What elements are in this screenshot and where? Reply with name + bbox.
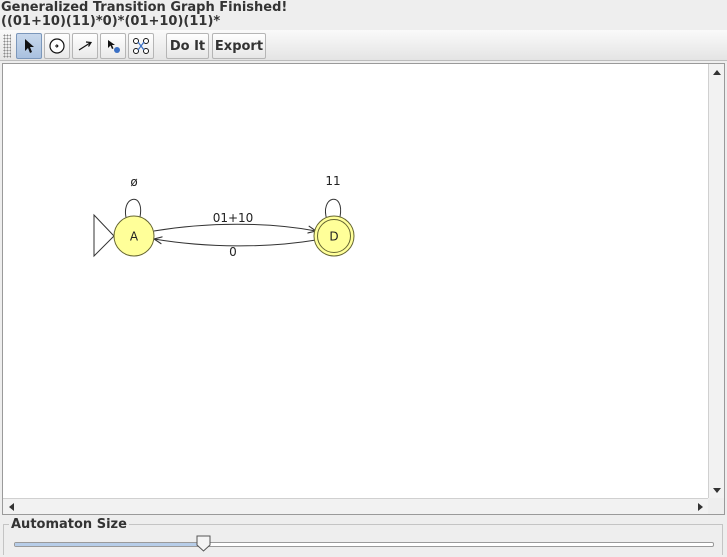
transition-label-a-a: ø: [130, 175, 137, 189]
export-button[interactable]: Export: [212, 33, 266, 59]
attribute-editor-tool[interactable]: [16, 33, 42, 59]
scroll-corner: [708, 498, 724, 514]
state-a[interactable]: A: [113, 215, 155, 257]
state-circle-icon: [49, 38, 65, 54]
automaton-graph: ø 01+10 0 11 A D: [93, 174, 355, 259]
editor-toolbar: Do It Export: [0, 30, 727, 61]
transition-a-d[interactable]: [153, 223, 316, 231]
collapse-states-icon: [133, 38, 149, 54]
transition-label-d-d: 11: [325, 174, 340, 188]
automaton-size-slider[interactable]: [14, 542, 714, 547]
delete-icon: [108, 40, 120, 53]
regex-result: ((01+10)(11)*0)*(01+10)(11)*: [1, 14, 221, 29]
vertical-scrollbar[interactable]: [708, 64, 724, 499]
deleter-tool[interactable]: [100, 33, 126, 59]
state-label-a: A: [130, 230, 139, 244]
slider-fill: [15, 543, 204, 546]
automaton-size-panel: Automaton Size: [3, 517, 723, 555]
state-label-d: D: [329, 230, 338, 244]
state-creator-tool[interactable]: [44, 33, 70, 59]
do-it-button[interactable]: Do It: [166, 33, 209, 59]
toolbar-grip[interactable]: [3, 34, 11, 58]
state-d[interactable]: D: [313, 215, 355, 257]
automaton-size-label: Automaton Size: [9, 517, 129, 532]
slider-thumb[interactable]: [196, 535, 211, 552]
automaton-editor-pane: ø 01+10 0 11 A D: [2, 63, 725, 515]
state-collapser-tool[interactable]: [128, 33, 154, 59]
status-title: Generalized Transition Graph Finished!: [1, 0, 288, 15]
initial-state-marker: [93, 213, 115, 258]
automaton-canvas[interactable]: ø 01+10 0 11 A D: [3, 64, 709, 499]
scroll-down-icon[interactable]: [709, 483, 725, 499]
transition-creator-tool[interactable]: [72, 33, 98, 59]
transition-label-a-d: 01+10: [213, 211, 254, 225]
scroll-right-icon[interactable]: [693, 499, 709, 515]
transition-label-d-a: 0: [229, 245, 237, 259]
scroll-left-icon[interactable]: [3, 499, 19, 515]
horizontal-scrollbar[interactable]: [3, 498, 709, 514]
transition-arrow-icon: [78, 41, 93, 51]
pointer-arrow-icon: [25, 39, 34, 53]
scroll-up-icon[interactable]: [709, 64, 725, 80]
